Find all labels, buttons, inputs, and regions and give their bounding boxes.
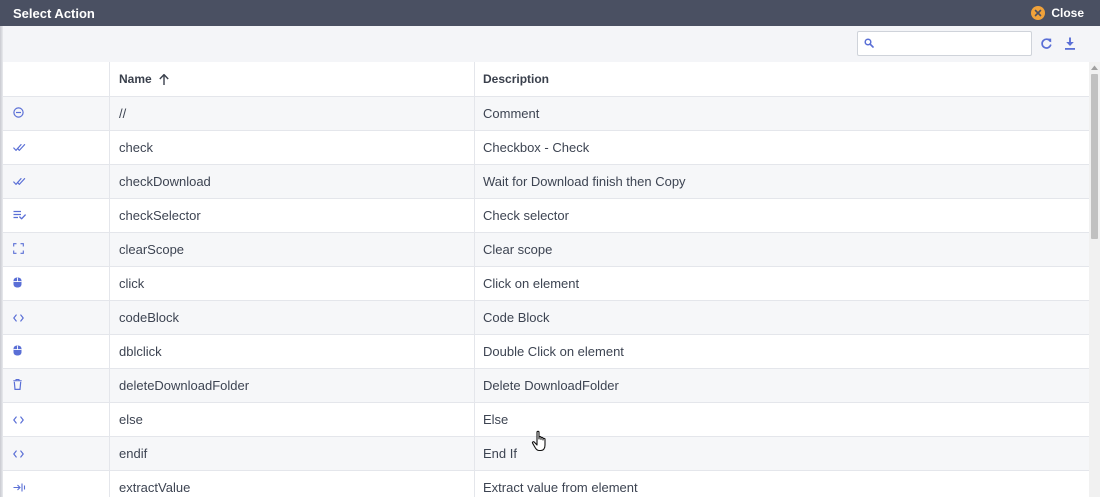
search-box[interactable] [857,31,1032,56]
table-row[interactable]: deleteDownloadFolder Delete DownloadFolde… [3,369,1089,403]
code-icon [13,412,24,427]
row-description: Extract value from element [483,480,638,495]
row-description: End If [483,446,517,461]
row-description: Code Block [483,310,550,325]
table-row[interactable]: else Else [3,403,1089,437]
row-description: Double Click on element [483,344,624,359]
table-row[interactable]: // Comment [3,97,1089,131]
row-icon-cell [3,437,110,470]
close-button[interactable]: Close [1031,5,1084,21]
toolbar [3,26,1100,63]
double-check-icon [13,140,26,155]
row-name: deleteDownloadFolder [110,369,475,402]
row-name: checkDownload [110,165,475,198]
row-icon-cell [3,369,110,402]
sort-ascending-icon [158,73,169,85]
table-row[interactable]: extractValue Extract value from element [3,471,1089,497]
trash-icon [13,378,22,393]
scope-frame-icon [13,242,24,257]
row-name: click [110,267,475,300]
row-description: Clear scope [483,242,553,257]
row-icon-cell [3,471,110,497]
row-icon-cell [3,165,110,198]
row-description: Else [483,412,509,427]
row-description: Click on element [483,276,580,291]
row-icon-cell [3,403,110,436]
header-icon-column [3,62,110,96]
row-name: // [110,97,475,130]
header-name[interactable]: Name [110,62,475,96]
row-name: dblclick [110,335,475,368]
select-action-dialog: Select Action Close Name Description // … [0,0,1100,497]
row-icon-cell [3,233,110,266]
search-icon [864,38,874,48]
arrow-into-icon [13,480,26,495]
table-header: Name Description [3,62,1089,97]
row-description: Delete DownloadFolder [483,378,619,393]
header-description-label: Description [483,72,550,86]
double-check-icon [13,174,26,189]
dialog-titlebar: Select Action Close [0,0,1100,26]
mouse-icon [13,344,22,359]
row-icon-cell [3,131,110,164]
row-name: else [110,403,475,436]
table-row[interactable]: codeBlock Code Block [3,301,1089,335]
dialog-title: Select Action [13,6,95,21]
row-icon-cell [3,97,110,130]
row-name: extractValue [110,471,475,497]
search-input[interactable] [880,34,1030,54]
refresh-icon[interactable] [1040,37,1053,50]
header-name-label: Name [119,72,152,86]
minus-circle-icon [13,106,24,121]
row-name: checkSelector [110,199,475,232]
table-row[interactable]: checkDownload Wait for Download finish th… [3,165,1089,199]
row-name: codeBlock [110,301,475,334]
table-row[interactable]: checkSelector Check selector [3,199,1089,233]
close-label: Close [1051,6,1084,20]
row-icon-cell [3,199,110,232]
row-description: Comment [483,106,540,121]
code-icon [13,446,24,461]
table-row[interactable]: clearScope Clear scope [3,233,1089,267]
header-description[interactable]: Description [475,62,1089,96]
close-icon [1031,6,1046,20]
table-row[interactable]: click Click on element [3,267,1089,301]
code-icon [13,310,24,325]
row-name: check [110,131,475,164]
row-description: Wait for Download finish then Copy [483,174,686,189]
row-icon-cell [3,335,110,368]
row-description: Checkbox - Check [483,140,590,155]
mouse-icon [13,276,22,291]
actions-grid: Name Description // Comment check Checkbox … [3,62,1089,497]
scroll-up-arrow-icon[interactable] [1091,65,1098,70]
table-row[interactable]: endif End If [3,437,1089,471]
row-icon-cell [3,301,110,334]
scrollbar-thumb[interactable] [1091,74,1098,239]
download-icon[interactable] [1064,37,1076,50]
row-name: endif [110,437,475,470]
list-check-icon [13,208,26,223]
row-description: Check selector [483,208,569,223]
table-row[interactable]: check Checkbox - Check [3,131,1089,165]
scrollbar[interactable] [1089,62,1100,497]
row-name: clearScope [110,233,475,266]
table-row[interactable]: dblclick Double Click on element [3,335,1089,369]
row-icon-cell [3,267,110,300]
